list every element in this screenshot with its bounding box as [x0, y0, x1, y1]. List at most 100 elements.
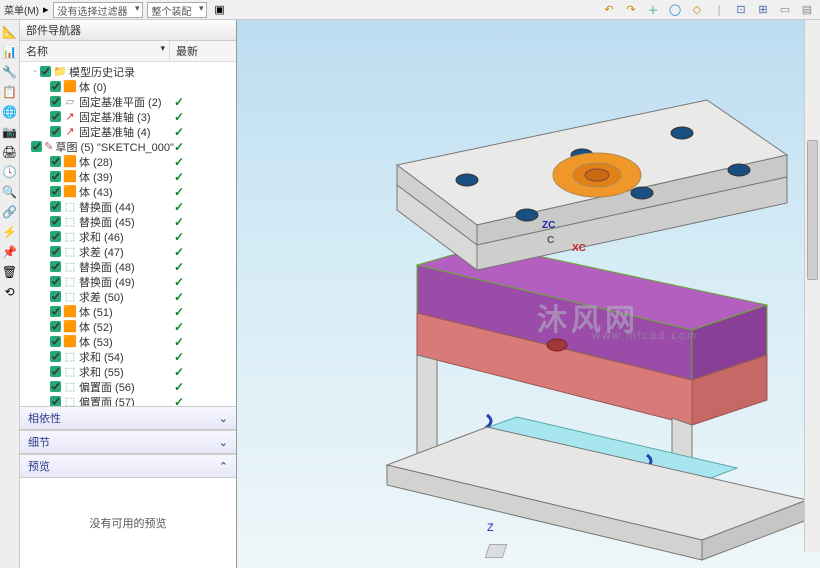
- tree-item-label: 体 (52): [79, 319, 113, 335]
- feat-icon: ⬚: [63, 275, 77, 288]
- col-name[interactable]: 名称: [20, 41, 170, 61]
- rail-icon-9[interactable]: 🔗: [2, 204, 18, 220]
- section-dependency-label: 相依性: [28, 410, 61, 426]
- folder-icon: 📁: [53, 65, 67, 78]
- tree-item-label: 固定基准轴 (4): [79, 124, 151, 140]
- rail-icon-0[interactable]: 📐: [2, 24, 18, 40]
- tree-checkbox[interactable]: [40, 66, 51, 77]
- rail-icon-11[interactable]: 📌: [2, 244, 18, 260]
- body-icon: 🟧: [63, 305, 77, 318]
- tree-row[interactable]: 🟧体 (52)✓: [20, 319, 236, 334]
- menu-label[interactable]: 菜单(M): [4, 2, 39, 17]
- tree-checkbox[interactable]: [50, 321, 61, 332]
- tree-latest-mark: ✓: [174, 155, 232, 169]
- tree-checkbox[interactable]: [50, 381, 61, 392]
- viewport-scrollbar[interactable]: [804, 20, 820, 552]
- toolbar-arrow-icon: ▸: [43, 3, 49, 16]
- tree-checkbox[interactable]: [50, 186, 61, 197]
- tree-row[interactable]: ▱固定基准平面 (2)✓: [20, 94, 236, 109]
- tree-scroll[interactable]: -📁模型历史记录🟧体 (0)▱固定基准平面 (2)✓↗固定基准轴 (3)✓↗固定…: [20, 62, 236, 406]
- tree-row[interactable]: 🟧体 (51)✓: [20, 304, 236, 319]
- tree-row[interactable]: ⬚求和 (54)✓: [20, 349, 236, 364]
- tree-checkbox[interactable]: [50, 111, 61, 122]
- tree-checkbox[interactable]: [50, 366, 61, 377]
- tree-row[interactable]: ✎草图 (5) "SKETCH_000"✓: [20, 139, 236, 154]
- tree-row[interactable]: ⬚替换面 (45)✓: [20, 214, 236, 229]
- tree-row[interactable]: ⬚偏置面 (56)✓: [20, 379, 236, 394]
- tree-row[interactable]: ⬚偏置面 (57)✓: [20, 394, 236, 406]
- tool-cube-icon[interactable]: ▣: [211, 2, 229, 18]
- rail-icon-2[interactable]: 🔧: [2, 64, 18, 80]
- tree-expander[interactable]: -: [30, 66, 40, 77]
- tree-checkbox[interactable]: [50, 81, 61, 92]
- rail-icon-3[interactable]: 📋: [2, 84, 18, 100]
- tree-checkbox[interactable]: [50, 351, 61, 362]
- tool-measure-icon[interactable]: ⊡: [732, 2, 750, 18]
- chevron-down-icon: ⌄: [219, 436, 228, 449]
- scrollbar-thumb[interactable]: [807, 140, 818, 280]
- filter-dropdown[interactable]: 没有选择过滤器: [53, 2, 143, 18]
- tree-checkbox[interactable]: [50, 276, 61, 287]
- 3d-viewport[interactable]: ZC C XC 沐风网 www.mfcad.com Z: [237, 20, 820, 568]
- tree-row[interactable]: ⬚替换面 (44)✓: [20, 199, 236, 214]
- bottom-sections: 相依性 ⌄ 细节 ⌄ 预览 ⌃ 没有可用的预览: [20, 406, 236, 568]
- tree-row[interactable]: ↗固定基准轴 (4)✓: [20, 124, 236, 139]
- tree-item-label: 替换面 (44): [79, 199, 135, 215]
- part-navigator-title: 部件导航器: [20, 20, 236, 41]
- tool-redo-icon[interactable]: ↷: [622, 2, 640, 18]
- tree-checkbox[interactable]: [50, 261, 61, 272]
- tree-row[interactable]: 🟧体 (43)✓: [20, 184, 236, 199]
- scope-dropdown[interactable]: 整个装配: [147, 2, 207, 18]
- rail-icon-6[interactable]: 🖨: [2, 144, 18, 160]
- tool-undo-icon[interactable]: ↶: [600, 2, 618, 18]
- tree-row[interactable]: 🟧体 (53)✓: [20, 334, 236, 349]
- tree-checkbox[interactable]: [50, 126, 61, 137]
- rail-icon-13[interactable]: ⟲: [2, 284, 18, 300]
- tree-row[interactable]: ⬚替换面 (49)✓: [20, 274, 236, 289]
- rail-icon-4[interactable]: 🌐: [2, 104, 18, 120]
- tree-row[interactable]: ⬚替换面 (48)✓: [20, 259, 236, 274]
- feat-icon: ⬚: [63, 215, 77, 228]
- section-dependency[interactable]: 相依性 ⌄: [20, 406, 236, 430]
- rail-icon-8[interactable]: 🔍: [2, 184, 18, 200]
- section-preview[interactable]: 预览 ⌃: [20, 454, 236, 478]
- tree-checkbox[interactable]: [50, 246, 61, 257]
- tree-checkbox[interactable]: [50, 216, 61, 227]
- tool-diamond-icon[interactable]: ◇: [688, 2, 706, 18]
- tree-row[interactable]: ⬚求和 (46)✓: [20, 229, 236, 244]
- tree-row[interactable]: ↗固定基准轴 (3)✓: [20, 109, 236, 124]
- rail-icon-1[interactable]: 📊: [2, 44, 18, 60]
- tree-row[interactable]: 🟧体 (39)✓: [20, 169, 236, 184]
- tree-item-label: 替换面 (49): [79, 274, 135, 290]
- tool-box-icon[interactable]: ▭: [776, 2, 794, 18]
- tree-checkbox[interactable]: [50, 336, 61, 347]
- tool-circle-icon[interactable]: ◯: [666, 2, 684, 18]
- tree-row[interactable]: 🟧体 (28)✓: [20, 154, 236, 169]
- tree-row[interactable]: ⬚求和 (55)✓: [20, 364, 236, 379]
- tree-checkbox[interactable]: [50, 291, 61, 302]
- rail-icon-10[interactable]: ⚡: [2, 224, 18, 240]
- tree-checkbox[interactable]: [50, 396, 61, 406]
- tree-row[interactable]: ⬚求差 (47)✓: [20, 244, 236, 259]
- tree-row[interactable]: ⬚求差 (50)✓: [20, 289, 236, 304]
- tool-plus-icon[interactable]: ＋: [644, 2, 662, 18]
- tree-checkbox[interactable]: [31, 141, 42, 152]
- tree-row[interactable]: 🟧体 (0): [20, 79, 236, 94]
- tool-view-icon[interactable]: ⊞: [754, 2, 772, 18]
- tree-latest-mark: ✓: [174, 365, 232, 379]
- tree-checkbox[interactable]: [50, 201, 61, 212]
- section-details[interactable]: 细节 ⌄: [20, 430, 236, 454]
- tree-checkbox[interactable]: [50, 231, 61, 242]
- rail-icon-7[interactable]: 🕓: [2, 164, 18, 180]
- tree-checkbox[interactable]: [50, 96, 61, 107]
- tree-checkbox[interactable]: [50, 306, 61, 317]
- section-preview-label: 预览: [28, 458, 50, 474]
- tool-wire-icon[interactable]: ▤: [798, 2, 816, 18]
- tree-checkbox[interactable]: [50, 171, 61, 182]
- feat-icon: ⬚: [63, 395, 77, 406]
- tree-checkbox[interactable]: [50, 156, 61, 167]
- tree-root-row[interactable]: -📁模型历史记录: [20, 64, 236, 79]
- rail-icon-5[interactable]: 📷: [2, 124, 18, 140]
- col-latest[interactable]: 最新: [170, 41, 236, 61]
- rail-icon-12[interactable]: 🗑: [2, 264, 18, 280]
